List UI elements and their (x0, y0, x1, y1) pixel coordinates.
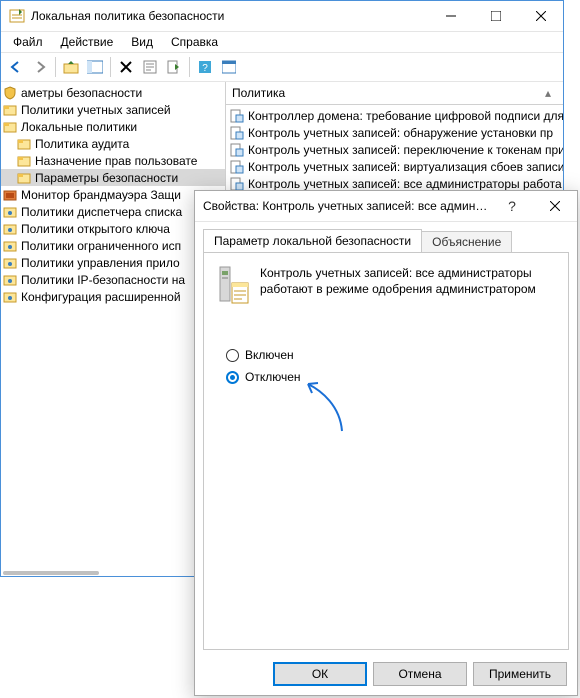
menu-action[interactable]: Действие (53, 33, 122, 51)
menubar: Файл Действие Вид Справка (1, 32, 563, 52)
tree-item-label: аметры безопасности (21, 86, 142, 100)
tree-item-label: Политики IP-безопасности на (21, 273, 185, 287)
tree-item-label: Конфигурация расширенной (21, 290, 181, 304)
policy-row[interactable]: Контроллер домена: требование цифровой п… (226, 107, 563, 124)
tree-item-label: Политики диспетчера списка (21, 205, 182, 219)
ok-button[interactable]: ОК (273, 662, 367, 686)
help-button[interactable] (218, 56, 240, 78)
toolbar: ? (1, 52, 563, 82)
close-button[interactable] (518, 1, 563, 31)
properties-button[interactable] (139, 56, 161, 78)
tab-explanation[interactable]: Объяснение (421, 231, 512, 252)
policy-row-label: Контроль учетных записей: обнаружение ус… (248, 126, 553, 140)
forward-button[interactable] (29, 56, 51, 78)
menu-view[interactable]: Вид (123, 33, 161, 51)
delete-button[interactable] (115, 56, 137, 78)
back-button[interactable] (5, 56, 27, 78)
svg-text:?: ? (202, 63, 208, 74)
dialog-button-row: ОК Отмена Применить (195, 653, 577, 695)
dialog-close-button[interactable] (532, 201, 577, 211)
tree-item[interactable]: Политики управления прило (1, 254, 225, 271)
refresh-button[interactable]: ? (194, 56, 216, 78)
policy-row[interactable]: Контроль учетных записей: виртуализация … (226, 158, 563, 175)
maximize-button[interactable] (473, 1, 518, 31)
policy-text: Контроль учетных записей: все администра… (260, 265, 554, 297)
radio-enabled[interactable]: Включен (226, 345, 554, 365)
dialog-titlebar: Свойства: Контроль учетных записей: все … (195, 191, 577, 222)
policy-item-icon (230, 126, 244, 140)
tree-item-label: Назначение прав пользовате (35, 154, 197, 168)
tree-item[interactable]: Политики IP-безопасности на (1, 271, 225, 288)
policy-row-label: Контроль учетных записей: все администра… (248, 177, 562, 191)
tree-item[interactable]: аметры безопасности (1, 84, 225, 101)
minimize-button[interactable] (428, 1, 473, 31)
cancel-button[interactable]: Отмена (373, 662, 467, 686)
radio-disabled-indicator (226, 371, 239, 384)
tab-page: Контроль учетных записей: все администра… (203, 252, 569, 650)
menu-help[interactable]: Справка (163, 33, 226, 51)
tree-item[interactable]: Политика аудита (1, 135, 225, 152)
tree-hscrollbar[interactable] (3, 571, 99, 575)
policy-row[interactable]: Контроль учетных записей: переключение к… (226, 141, 563, 158)
tree-item[interactable]: Политики открытого ключа (1, 220, 225, 237)
policy-row-label: Контроль учетных записей: виртуализация … (248, 160, 563, 174)
tree-item-label: Политики ограниченного исп (21, 239, 181, 253)
window-title: Локальная политика безопасности (31, 9, 428, 23)
export-button[interactable] (163, 56, 185, 78)
policy-item-icon (230, 160, 244, 174)
tree-item-label: Политики открытого ключа (21, 222, 170, 236)
radio-enabled-indicator (226, 349, 239, 362)
show-hide-tree-button[interactable] (84, 56, 106, 78)
policy-row[interactable]: Контроль учетных записей: обнаружение ус… (226, 124, 563, 141)
tree-item-label: Политика аудита (35, 137, 129, 151)
policy-icon (218, 265, 250, 305)
dialog-help-button[interactable]: ? (492, 198, 532, 214)
policy-row-label: Контроль учетных записей: переключение к… (248, 143, 563, 157)
policy-item-icon (230, 109, 244, 123)
policy-item-icon (230, 177, 244, 191)
sort-indicator-icon: ▴ (545, 86, 551, 100)
column-header-policy[interactable]: Политика ▴ (226, 82, 563, 105)
nav-tree[interactable]: аметры безопасности Политики учетных запи… (1, 82, 226, 579)
tree-item[interactable]: Политики ограниченного исп (1, 237, 225, 254)
tree-item[interactable]: Конфигурация расширенной (1, 288, 225, 305)
up-button[interactable] (60, 56, 82, 78)
tree-item-label: Политики учетных записей (21, 103, 171, 117)
tree-item[interactable]: Локальные политики (1, 118, 225, 135)
policy-item-icon (230, 143, 244, 157)
tree-item[interactable]: Монитор брандмауэра Защи (1, 186, 225, 203)
policy-row-label: Контроллер домена: требование цифровой п… (248, 109, 563, 123)
app-icon (9, 8, 25, 24)
tree-item-label: Политики управления прило (21, 256, 180, 270)
dialog-tabs: Параметр локальной безопасности Объяснен… (195, 228, 577, 252)
tree-item[interactable]: Параметры безопасности (1, 169, 225, 186)
tree-item-label: Монитор брандмауэра Защи (21, 188, 181, 202)
apply-button[interactable]: Применить (473, 662, 567, 686)
properties-dialog: Свойства: Контроль учетных записей: все … (194, 190, 578, 696)
radio-disabled[interactable]: Отключен (226, 367, 554, 387)
tree-item[interactable]: Назначение прав пользовате (1, 152, 225, 169)
titlebar: Локальная политика безопасности (1, 1, 563, 32)
tree-item-label: Параметры безопасности (35, 171, 178, 185)
tree-item-label: Локальные политики (21, 120, 137, 134)
dialog-title: Свойства: Контроль учетных записей: все … (195, 199, 492, 213)
menu-file[interactable]: Файл (5, 33, 51, 51)
tree-item[interactable]: Политики диспетчера списка (1, 203, 225, 220)
tab-local-security-setting[interactable]: Параметр локальной безопасности (203, 229, 422, 252)
tree-item[interactable]: Политики учетных записей (1, 101, 225, 118)
